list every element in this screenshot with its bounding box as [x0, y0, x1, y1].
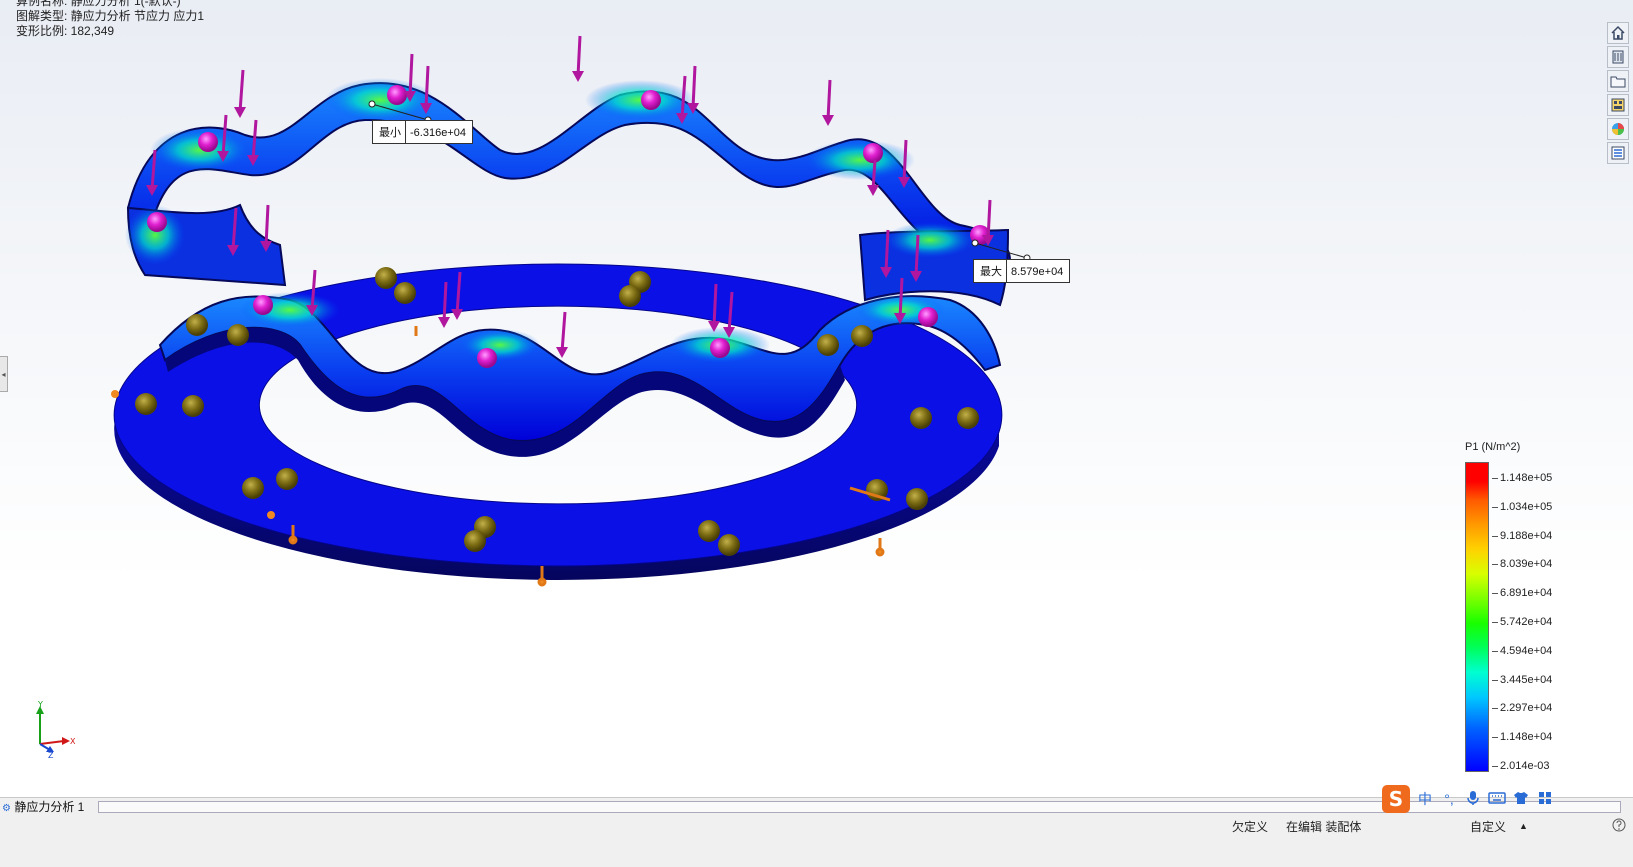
keyboard-icon[interactable]: [1488, 791, 1506, 808]
study-tab[interactable]: ⚙ 静应力分析 1: [0, 798, 84, 816]
min-value: -6.316e+04: [410, 127, 466, 139]
stress-model[interactable]: [0, 0, 1633, 832]
skin-icon[interactable]: [1512, 791, 1530, 808]
legend-tick: 6.891e+04: [1492, 586, 1622, 600]
status-under-defined: 欠定义: [1232, 820, 1269, 834]
legend-tick: 9.188e+04: [1492, 529, 1622, 543]
folder-icon[interactable]: [1607, 70, 1629, 92]
color-legend: P1 (N/m^2) 1.148e+05 1.034e+05 9.188e+04…: [1465, 441, 1625, 781]
legend-tick: 5.742e+04: [1492, 615, 1622, 629]
max-callout[interactable]: 最大 8.579e+04: [973, 259, 1071, 283]
legend-tick: 1.148e+05: [1492, 471, 1622, 485]
legend-tick: 3.445e+04: [1492, 673, 1622, 687]
reference-triad: Y X Z: [36, 700, 76, 760]
min-callout[interactable]: 最小 -6.316e+04: [372, 120, 473, 144]
legend-title: P1 (N/m^2): [1465, 441, 1521, 453]
legend-tick: 8.039e+04: [1492, 557, 1622, 571]
legend-tick: 2.014e-03: [1492, 759, 1622, 773]
study-tab-label: 静应力分析 1: [14, 800, 85, 814]
microphone-icon[interactable]: [1464, 790, 1482, 809]
task-pane-toolbar: [1607, 22, 1631, 166]
ime-mode-button[interactable]: 中: [1416, 789, 1434, 809]
triad-y-label: Y: [37, 700, 43, 709]
min-label: 最小: [379, 127, 401, 139]
legend-color-bar: [1465, 462, 1489, 772]
status-editing: 在编辑 装配体: [1286, 820, 1362, 834]
max-label: 最大: [980, 266, 1002, 278]
status-units-custom[interactable]: 自定义: [1470, 818, 1506, 835]
panel-expand-tab[interactable]: ◂: [0, 356, 8, 392]
max-value: 8.579e+04: [1011, 266, 1064, 278]
triad-x-label: X: [70, 737, 76, 746]
legend-tick: 1.034e+05: [1492, 500, 1622, 514]
custom-properties-icon[interactable]: [1607, 142, 1629, 164]
triad-z-label: Z: [48, 751, 54, 760]
view-palette-icon[interactable]: [1607, 94, 1629, 116]
graphics-viewport[interactable]: 算例名称: 静应力分析 1(-默认-) 图解类型: 静应力分析 节应力 应力1 …: [0, 0, 1633, 832]
legend-tick: 4.594e+04: [1492, 644, 1622, 658]
ime-toolbar: S 中 °,: [1382, 784, 1622, 814]
study-tab-icon: ⚙: [2, 803, 11, 814]
status-units-arrow[interactable]: ▲: [1519, 821, 1528, 831]
legend-ticks: 1.148e+05 1.034e+05 9.188e+04 8.039e+04 …: [1492, 462, 1622, 772]
legend-tick: 1.148e+04: [1492, 730, 1622, 744]
legend-tick: 2.297e+04: [1492, 701, 1622, 715]
status-bar: 欠定义 在编辑 装配体 自定义 ▲: [0, 815, 1633, 867]
home-icon[interactable]: [1607, 22, 1629, 44]
toolbox-icon[interactable]: [1536, 791, 1554, 808]
appearance-icon[interactable]: [1607, 118, 1629, 140]
sogou-logo-icon[interactable]: S: [1382, 785, 1410, 813]
parts-icon[interactable]: [1607, 46, 1629, 68]
status-help-icon[interactable]: [1612, 818, 1626, 835]
ime-punct-button[interactable]: °,: [1440, 791, 1458, 807]
